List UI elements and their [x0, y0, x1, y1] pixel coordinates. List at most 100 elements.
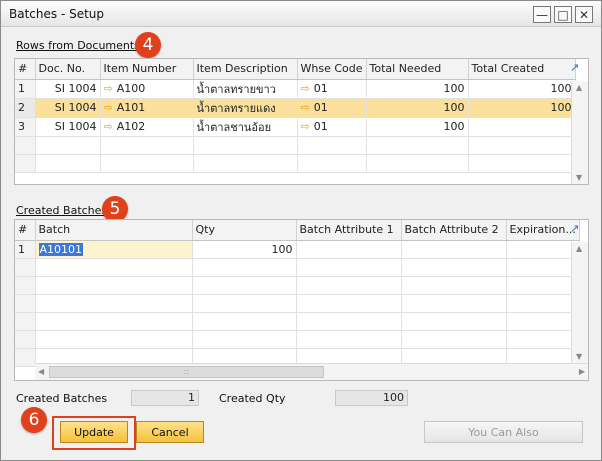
you-can-also-button[interactable]: You Can Also: [424, 421, 583, 443]
item-description-cell: น้ำตาลชานอ้อย: [193, 117, 298, 137]
rows-vertical-scrollbar[interactable]: ▲ ▼: [571, 81, 588, 184]
whse-code-text: 01: [313, 82, 328, 95]
link-arrow-icon[interactable]: ⇨: [301, 101, 310, 114]
column-header-batch-attribute-2[interactable]: Batch Attribute 2: [401, 220, 507, 241]
empty-row: [15, 258, 580, 277]
created-batches-count-label: Created Batches: [16, 392, 108, 405]
table-row[interactable]: 1 SI 1004 ⇨ A100 น้ำตาลทรายขาว ⇨ 01 100 10…: [15, 79, 576, 99]
created-qty-field: 100: [335, 390, 408, 406]
horizontal-scroll-thumb[interactable]: ::: [49, 366, 324, 378]
scroll-down-icon[interactable]: ▼: [576, 352, 582, 361]
minimize-button[interactable]: —: [533, 6, 551, 23]
total-needed-cell: 100: [366, 117, 469, 137]
close-button[interactable]: ✕: [575, 6, 593, 23]
link-arrow-icon[interactable]: ⇨: [301, 82, 310, 95]
item-number-text: A102: [116, 120, 146, 133]
qty-cell[interactable]: 100: [192, 240, 297, 259]
total-created-cell: [468, 117, 576, 137]
expand-icon[interactable]: ↗: [570, 222, 579, 235]
batch-cell[interactable]: A10101: [35, 240, 193, 259]
item-description-cell: น้ำตาลทรายแดง: [193, 98, 298, 118]
item-description-cell: น้ำตาลทรายขาว: [193, 79, 298, 99]
scroll-up-icon[interactable]: ▲: [576, 244, 582, 253]
update-button[interactable]: Update: [60, 421, 128, 443]
maximize-icon: □: [557, 7, 569, 22]
batches-vertical-scrollbar[interactable]: ▲ ▼: [571, 242, 588, 363]
created-qty-label: Created Qty: [219, 392, 286, 405]
expand-icon[interactable]: ↗: [570, 61, 579, 74]
total-needed-cell: 100: [366, 98, 469, 118]
empty-row: [15, 312, 580, 331]
whse-code-text: 01: [313, 101, 328, 114]
column-header-qty[interactable]: Qty: [192, 220, 297, 241]
column-header-batch[interactable]: Batch: [35, 220, 193, 241]
created-batches-count-field: 1: [131, 390, 199, 406]
doc-no-cell: SI 1004: [35, 117, 101, 137]
column-header-total-needed[interactable]: Total Needed: [366, 59, 469, 80]
column-header-item-description[interactable]: Item Description: [193, 59, 298, 80]
callout-6: 6: [21, 407, 47, 433]
rows-header-row: # Doc. No. Item Number Item Description …: [15, 59, 576, 80]
expiration-cell[interactable]: [506, 240, 580, 259]
empty-row: [15, 330, 580, 349]
row-number: 3: [15, 117, 36, 137]
table-row-selected[interactable]: 2 SI 1004 ⇨ A101 น้ำตาลทรายแดง ⇨ 01 100 10…: [15, 98, 576, 118]
whse-code-cell[interactable]: ⇨ 01: [297, 98, 367, 118]
item-number-text: A100: [116, 82, 146, 95]
batches-horizontal-scrollbar[interactable]: ◀ :: ▶: [35, 363, 588, 380]
batch-attribute-2-cell[interactable]: [401, 240, 507, 259]
total-created-cell: 100: [468, 79, 576, 99]
batches-header-row: # Batch Qty Batch Attribute 1 Batch Attr…: [15, 220, 580, 241]
link-arrow-icon[interactable]: ⇨: [104, 101, 113, 114]
batches-setup-window: Batches - Setup — □ ✕ Rows from Document…: [0, 0, 602, 461]
title-bar: Batches - Setup — □ ✕: [1, 1, 601, 27]
rows-from-documents-label[interactable]: Rows from Documents: [16, 39, 140, 52]
row-number: 2: [15, 98, 36, 118]
scroll-left-icon[interactable]: ◀: [38, 367, 44, 376]
link-arrow-icon[interactable]: ⇨: [104, 82, 113, 95]
whse-code-text: 01: [313, 120, 328, 133]
rows-from-documents-grid: # Doc. No. Item Number Item Description …: [14, 58, 589, 185]
created-batches-label[interactable]: Created Batches: [16, 204, 107, 217]
link-arrow-icon[interactable]: ⇨: [104, 120, 113, 133]
cancel-button[interactable]: Cancel: [136, 421, 204, 443]
created-batches-grid: # Batch Qty Batch Attribute 1 Batch Attr…: [14, 219, 589, 381]
row-number: 1: [15, 79, 36, 99]
column-header-batch-attribute-1[interactable]: Batch Attribute 1: [296, 220, 402, 241]
scroll-right-icon[interactable]: ▶: [579, 367, 585, 376]
batch-attribute-1-cell[interactable]: [296, 240, 402, 259]
empty-row: [15, 294, 580, 313]
empty-row: [15, 276, 580, 295]
total-created-cell: 100: [468, 98, 576, 118]
item-number-cell[interactable]: ⇨ A100: [100, 79, 194, 99]
column-header-rownum: #: [15, 59, 36, 80]
whse-code-cell[interactable]: ⇨ 01: [297, 117, 367, 137]
whse-code-cell[interactable]: ⇨ 01: [297, 79, 367, 99]
table-row[interactable]: 1 A10101 100: [15, 240, 580, 259]
close-icon: ✕: [578, 7, 590, 22]
total-needed-cell: 100: [366, 79, 469, 99]
empty-row: [15, 136, 576, 155]
column-header-whse-code[interactable]: Whse Code: [297, 59, 367, 80]
callout-4: 4: [135, 32, 161, 58]
column-header-item-number[interactable]: Item Number: [100, 59, 194, 80]
row-number: 1: [15, 240, 36, 259]
column-header-expiration[interactable]: Expiration...: [506, 220, 580, 241]
link-arrow-icon[interactable]: ⇨: [301, 120, 310, 133]
column-header-total-created[interactable]: Total Created: [468, 59, 576, 80]
scroll-down-icon[interactable]: ▼: [576, 173, 582, 182]
window-title: Batches - Setup: [9, 7, 105, 21]
item-number-cell[interactable]: ⇨ A102: [100, 117, 194, 137]
scroll-up-icon[interactable]: ▲: [576, 83, 582, 92]
empty-row: [15, 154, 576, 173]
doc-no-cell: SI 1004: [35, 79, 101, 99]
minimize-icon: —: [536, 7, 548, 22]
column-header-rownum: #: [15, 220, 36, 241]
item-number-text: A101: [116, 101, 146, 114]
table-row[interactable]: 3 SI 1004 ⇨ A102 น้ำตาลชานอ้อย ⇨ 01 100: [15, 117, 576, 137]
item-number-cell[interactable]: ⇨ A101: [100, 98, 194, 118]
batch-input-selected-text[interactable]: A10101: [38, 242, 84, 256]
maximize-button[interactable]: □: [554, 6, 572, 23]
column-header-doc-no[interactable]: Doc. No.: [35, 59, 101, 80]
doc-no-cell: SI 1004: [35, 98, 101, 118]
